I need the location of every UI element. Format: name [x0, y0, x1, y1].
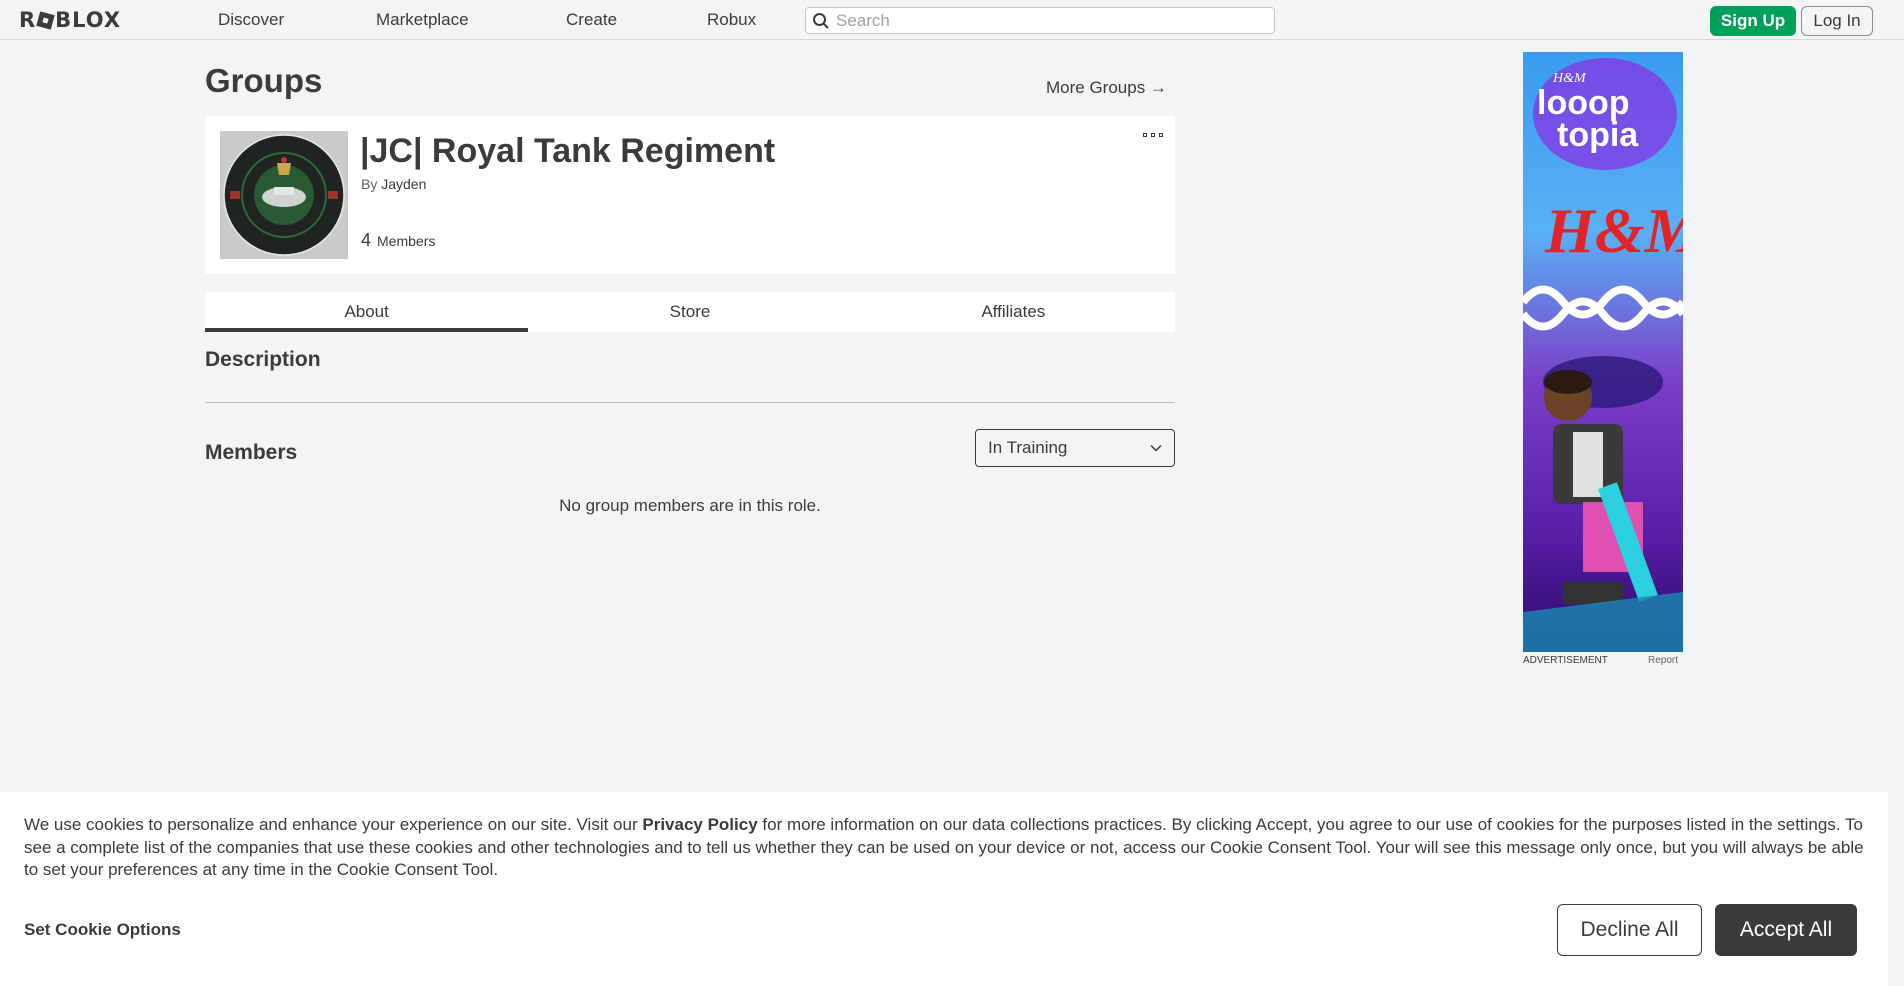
owner-link[interactable]: Jayden	[381, 176, 426, 192]
group-name: |JC| Royal Tank Regiment	[360, 132, 776, 170]
nav-discover[interactable]: Discover	[218, 10, 284, 30]
nav-marketplace[interactable]: Marketplace	[376, 10, 469, 30]
accept-all-button[interactable]: Accept All	[1715, 904, 1857, 956]
tab-about[interactable]: About	[205, 292, 529, 332]
page-title: Groups	[205, 62, 323, 99]
member-count: 4 Members	[361, 230, 435, 251]
cookie-message: We use cookies to personalize and enhanc…	[24, 814, 1874, 882]
report-ad-link[interactable]: Report	[1648, 655, 1678, 666]
members-heading: Members	[205, 441, 298, 464]
privacy-policy-link[interactable]: Privacy Policy	[642, 815, 757, 834]
member-count-value: 4	[361, 230, 372, 250]
roblox-logo[interactable]: R BLOX	[19, 8, 122, 32]
ad-artwork: H&M looop topia H&M	[1523, 58, 1683, 652]
group-owner: By Jayden	[361, 176, 426, 192]
dot-icon	[1151, 133, 1155, 137]
sign-up-button[interactable]: Sign Up	[1710, 6, 1796, 36]
advertisement-banner[interactable]: H&M looop topia H&M	[1523, 52, 1683, 652]
cookie-message-part1: We use cookies to personalize and enhanc…	[24, 815, 643, 834]
description-heading: Description	[205, 348, 321, 371]
log-in-button[interactable]: Log In	[1801, 6, 1873, 36]
group-options-button[interactable]	[1143, 130, 1163, 140]
section-divider	[205, 402, 1175, 403]
chevron-down-icon	[1150, 439, 1162, 457]
logo-mark-icon	[36, 10, 55, 30]
top-nav: R BLOX Discover Marketplace Create Robux…	[0, 0, 1904, 40]
tab-affiliates[interactable]: Affiliates	[852, 292, 1175, 332]
set-cookie-options-link[interactable]: Set Cookie Options	[24, 920, 181, 940]
nav-robux[interactable]: Robux	[707, 10, 756, 30]
group-emblem[interactable]	[220, 131, 348, 259]
search-icon	[806, 7, 836, 34]
ad-title-line2: topia	[1557, 116, 1639, 154]
more-groups-label: More Groups →	[1046, 78, 1167, 97]
dot-icon	[1143, 133, 1147, 137]
search-bar[interactable]	[805, 7, 1275, 34]
decline-all-button[interactable]: Decline All	[1557, 904, 1702, 956]
member-count-label: Members	[377, 233, 436, 249]
more-groups-link[interactable]: More Groups →	[1046, 78, 1167, 98]
group-header-card: |JC| Royal Tank Regiment By Jayden 4 Mem…	[205, 116, 1175, 274]
role-dropdown[interactable]: In Training	[975, 429, 1175, 467]
group-tabs: About Store Affiliates	[205, 292, 1175, 332]
role-dropdown-value: In Training	[988, 438, 1068, 457]
dot-icon	[1159, 133, 1163, 137]
logo-letter-r: R	[19, 8, 37, 32]
logo-letters: BLOX	[55, 8, 122, 32]
by-prefix: By	[361, 176, 378, 192]
search-input[interactable]	[836, 10, 1274, 31]
nav-create[interactable]: Create	[566, 10, 617, 30]
tab-store[interactable]: Store	[528, 292, 851, 332]
cookie-consent-banner: We use cookies to personalize and enhanc…	[0, 792, 1888, 986]
emblem-image	[223, 134, 345, 256]
ad-brand-large: H&M	[1544, 195, 1683, 266]
empty-members-message: No group members are in this role.	[559, 496, 821, 515]
advertisement-label: ADVERTISEMENT	[1523, 655, 1608, 666]
